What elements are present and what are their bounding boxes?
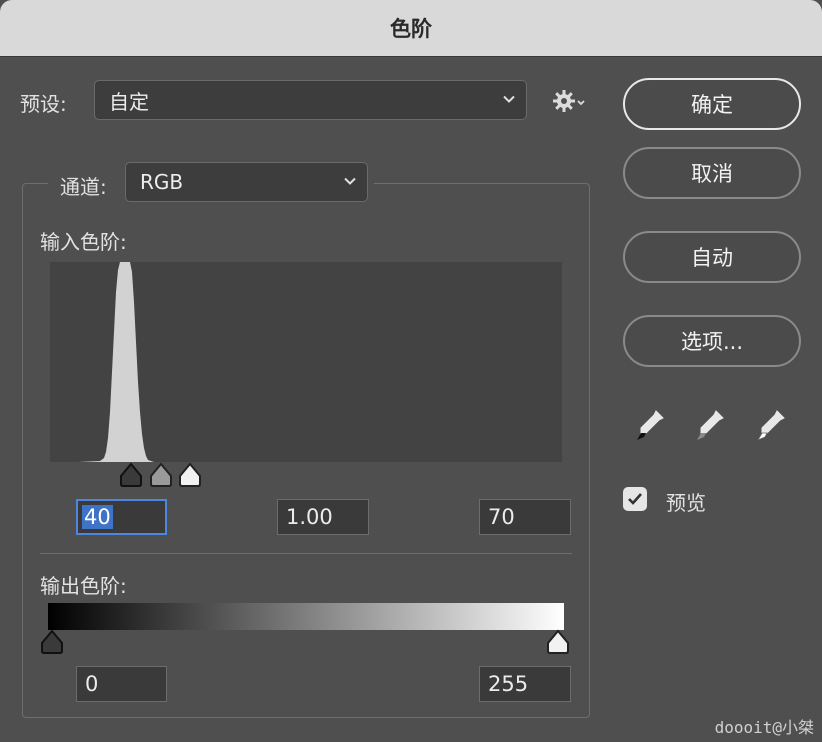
dialog-title: 色阶 [390, 17, 432, 41]
ok-button[interactable]: 确定 [623, 78, 801, 130]
chevron-down-icon [503, 95, 515, 103]
output-levels-label: 输出色阶: [40, 574, 127, 598]
cancel-button[interactable]: 取消 [623, 147, 801, 199]
white-point-eyedropper-icon[interactable] [755, 408, 787, 444]
input-white-field[interactable]: 70 [479, 499, 571, 535]
output-white-field[interactable]: 255 [479, 666, 571, 702]
preset-value: 自定 [109, 89, 149, 114]
input-gamma-slider-handle[interactable] [149, 462, 173, 488]
channel-value: RGB [140, 170, 184, 194]
watermark: doooit@小桀 [714, 718, 814, 737]
output-black-slider-handle[interactable] [40, 629, 64, 655]
input-black-value: 40 [82, 505, 113, 529]
preset-select[interactable]: 自定 [94, 80, 527, 120]
chevron-down-icon [344, 177, 356, 185]
checkmark-icon [628, 493, 642, 505]
black-point-eyedropper-icon[interactable] [634, 408, 666, 444]
divider [40, 553, 572, 554]
output-black-field[interactable]: 0 [76, 666, 167, 702]
histogram [50, 262, 562, 462]
input-white-value: 70 [488, 505, 515, 529]
output-gradient-bar [48, 603, 564, 630]
output-black-value: 0 [85, 672, 99, 696]
preset-label: 预设: [20, 92, 67, 116]
dialog-titlebar: 色阶 [0, 0, 822, 57]
channel-select[interactable]: RGB [125, 162, 368, 202]
preview-checkbox[interactable] [623, 487, 647, 511]
histogram-graph [78, 262, 154, 462]
input-white-slider-handle[interactable] [178, 462, 202, 488]
channel-label: 通道: [60, 175, 107, 199]
output-white-slider-handle[interactable] [546, 629, 570, 655]
output-white-value: 255 [488, 672, 529, 696]
gray-point-eyedropper-icon[interactable] [694, 408, 726, 444]
preview-label: 预览 [666, 491, 706, 515]
input-black-field[interactable]: 40 [76, 499, 167, 535]
input-black-slider-handle[interactable] [119, 462, 143, 488]
gear-icon[interactable] [552, 89, 586, 113]
input-levels-label: 输入色阶: [40, 230, 127, 254]
options-button[interactable]: 选项... [623, 315, 801, 367]
auto-button[interactable]: 自动 [623, 231, 801, 283]
input-gamma-value: 1.00 [286, 505, 333, 529]
input-gamma-field[interactable]: 1.00 [277, 499, 369, 535]
